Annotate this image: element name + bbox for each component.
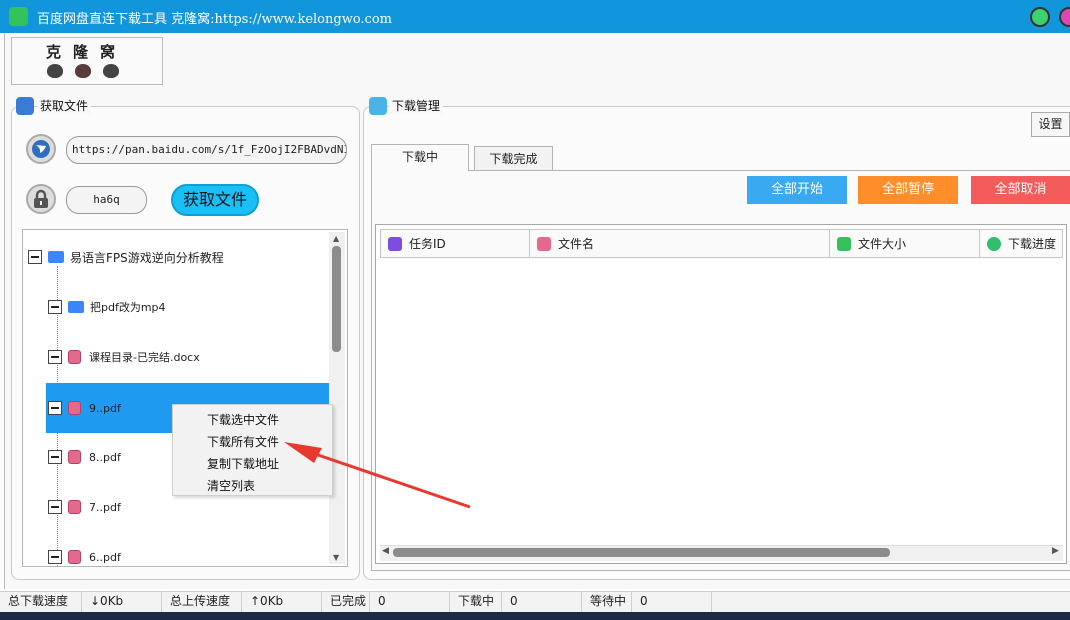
start-all-button[interactable]: 全部开始 — [747, 176, 847, 204]
bug-icon — [75, 64, 91, 78]
status-completed-value: 0 — [370, 591, 450, 612]
tree-root-node[interactable]: 易语言FPS游戏逆向分析教程 — [28, 232, 224, 282]
status-waiting-value: 0 — [632, 591, 712, 612]
tree-item-label: 9..pdf — [89, 401, 121, 415]
status-download-speed-label: 总下载速度 — [0, 591, 82, 612]
status-downloading-label: 下载中 — [450, 591, 502, 612]
logo: 克隆窝 — [11, 37, 163, 85]
context-menu: 下载选中文件 下载所有文件 复制下载地址 清空列表 — [172, 404, 333, 496]
menu-copy-link[interactable]: 复制下载地址 — [207, 455, 279, 472]
column-file-name[interactable]: 文件名 — [530, 230, 830, 257]
tab-completed[interactable]: 下载完成 — [474, 146, 553, 170]
tree-item-label: 课程目录-已完结.docx — [89, 351, 200, 364]
taskbar — [0, 612, 1070, 620]
column-file-name-label: 文件名 — [558, 237, 595, 251]
close-button[interactable] — [1059, 7, 1070, 27]
column-progress[interactable]: 下载进度 — [980, 230, 1064, 257]
logo-text: 克隆窝 — [46, 43, 128, 61]
scroll-up-icon[interactable]: ▲ — [333, 234, 339, 243]
search-icon — [16, 97, 34, 115]
collapse-icon[interactable] — [48, 401, 62, 415]
status-upload-speed-label: 总上传速度 — [162, 591, 242, 612]
tree-item[interactable]: 6..pdf — [46, 532, 329, 582]
collapse-icon[interactable] — [48, 350, 62, 364]
status-download-speed-value: ↓0Kb — [82, 591, 162, 612]
download-list[interactable] — [375, 224, 1067, 564]
status-waiting-label: 等待中 — [582, 591, 632, 612]
file-icon — [68, 450, 81, 464]
menu-download-all[interactable]: 下载所有文件 — [207, 433, 279, 450]
status-completed-label: 已完成 — [322, 591, 370, 612]
globe-icon — [26, 134, 56, 164]
clipboard-icon — [369, 97, 387, 115]
menu-clear-list[interactable]: 清空列表 — [207, 477, 255, 494]
folder-icon — [68, 301, 84, 313]
column-file-size[interactable]: 文件大小 — [830, 230, 980, 257]
collapse-icon[interactable] — [48, 500, 62, 514]
check-icon — [987, 236, 1001, 251]
tree-root-label: 易语言FPS游戏逆向分析教程 — [70, 250, 224, 265]
tree-item-label: 6..pdf — [89, 550, 121, 564]
pause-all-button[interactable]: 全部暂停 — [858, 176, 958, 204]
collapse-icon[interactable] — [48, 450, 62, 464]
window-title: 百度网盘直连下载工具 克隆窝:https://www.kelongwo.com — [37, 12, 392, 27]
app-icon — [9, 7, 28, 26]
size-icon — [837, 236, 851, 251]
file-icon — [68, 401, 81, 415]
column-task-id[interactable]: 任务ID — [381, 230, 530, 257]
list-hscrollbar-thumb[interactable] — [393, 548, 890, 557]
column-progress-label: 下载进度 — [1008, 237, 1057, 251]
tree-item-label: 7..pdf — [89, 500, 121, 514]
tree-item[interactable]: 把pdf改为mp4 — [46, 282, 329, 332]
download-list-header: 任务ID 文件名 文件大小 下载进度 — [380, 229, 1063, 258]
extract-code-input[interactable]: ha6q — [66, 186, 147, 214]
fetch-files-button[interactable]: 获取文件 — [171, 184, 259, 216]
tree-scrollbar-thumb[interactable] — [332, 246, 341, 352]
bug-icon — [103, 64, 119, 78]
minimize-button[interactable] — [1030, 7, 1050, 27]
status-downloading-value: 0 — [502, 591, 582, 612]
tree-item-label: 8..pdf — [89, 450, 121, 464]
edit-icon — [388, 236, 402, 251]
folder-icon — [48, 251, 64, 263]
column-task-id-label: 任务ID — [409, 237, 446, 251]
file-icon — [537, 236, 551, 251]
collapse-icon[interactable] — [48, 300, 62, 314]
file-icon — [68, 550, 81, 564]
cancel-all-button[interactable]: 全部取消 — [971, 176, 1070, 204]
download-manager-title: 下载管理 — [389, 97, 444, 114]
settings-button[interactable]: 设置 — [1031, 112, 1070, 137]
bug-icon — [47, 64, 63, 78]
file-icon — [68, 350, 81, 364]
tree-item[interactable]: 课程目录-已完结.docx — [46, 332, 329, 382]
title-bar: 百度网盘直连下载工具 克隆窝:https://www.kelongwo.com — [0, 0, 1070, 33]
file-icon — [68, 500, 81, 514]
scroll-down-icon[interactable]: ▼ — [333, 553, 339, 562]
column-file-size-label: 文件大小 — [858, 237, 907, 251]
scroll-right-icon[interactable]: ▶ — [1052, 546, 1059, 556]
tab-downloading[interactable]: 下载中 — [371, 144, 469, 171]
tree-item-label: 把pdf改为mp4 — [90, 301, 166, 314]
menu-download-selected[interactable]: 下载选中文件 — [207, 411, 279, 428]
lock-icon — [26, 184, 56, 214]
share-url-input[interactable]: https://pan.baidu.com/s/1f_FzOojI2FBADvd… — [66, 136, 347, 164]
collapse-icon[interactable] — [28, 250, 42, 264]
fetch-files-group-title: 获取文件 — [37, 97, 92, 114]
scroll-left-icon[interactable]: ◀ — [382, 546, 389, 556]
collapse-icon[interactable] — [48, 550, 62, 564]
status-upload-speed-value: ↑0Kb — [242, 591, 322, 612]
